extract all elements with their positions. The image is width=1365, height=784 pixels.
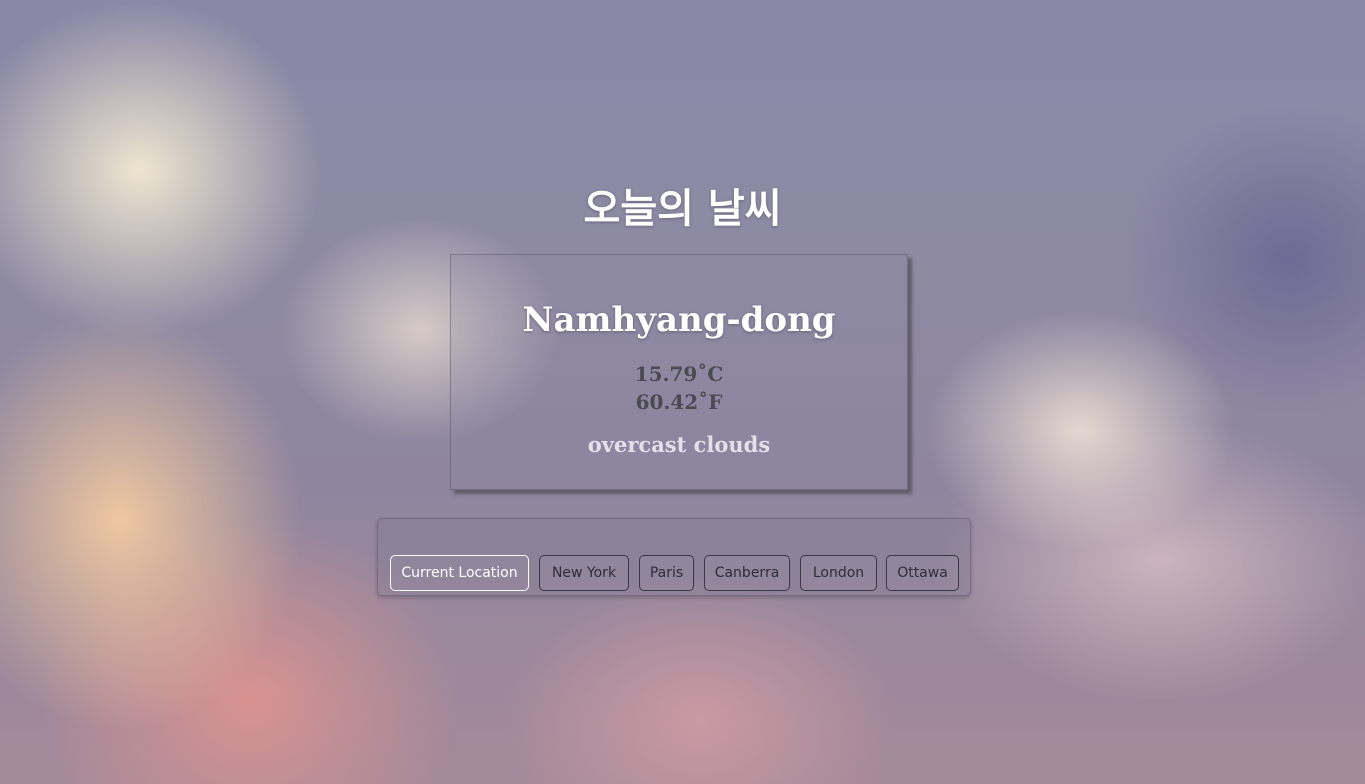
page-title: 오늘의 날씨 [583,185,782,232]
ottawa-button[interactable]: Ottawa [886,555,959,591]
location-button-bar: Current Location New York Paris Canberra… [377,518,971,596]
current-location-button[interactable]: Current Location [390,555,529,591]
paris-button[interactable]: Paris [639,555,694,591]
weather-description: overcast clouds [587,432,771,457]
city-name: Namhyang-dong [522,300,836,340]
new-york-button[interactable]: New York [539,555,629,591]
canberra-button[interactable]: Canberra [704,555,790,591]
london-button[interactable]: London [800,555,877,591]
temperature-fahrenheit: 60.42˚F [635,390,723,414]
weather-card: Namhyang-dong 15.79˚C 60.42˚F overcast c… [450,254,908,490]
temperature-celsius: 15.79˚C [634,362,724,386]
